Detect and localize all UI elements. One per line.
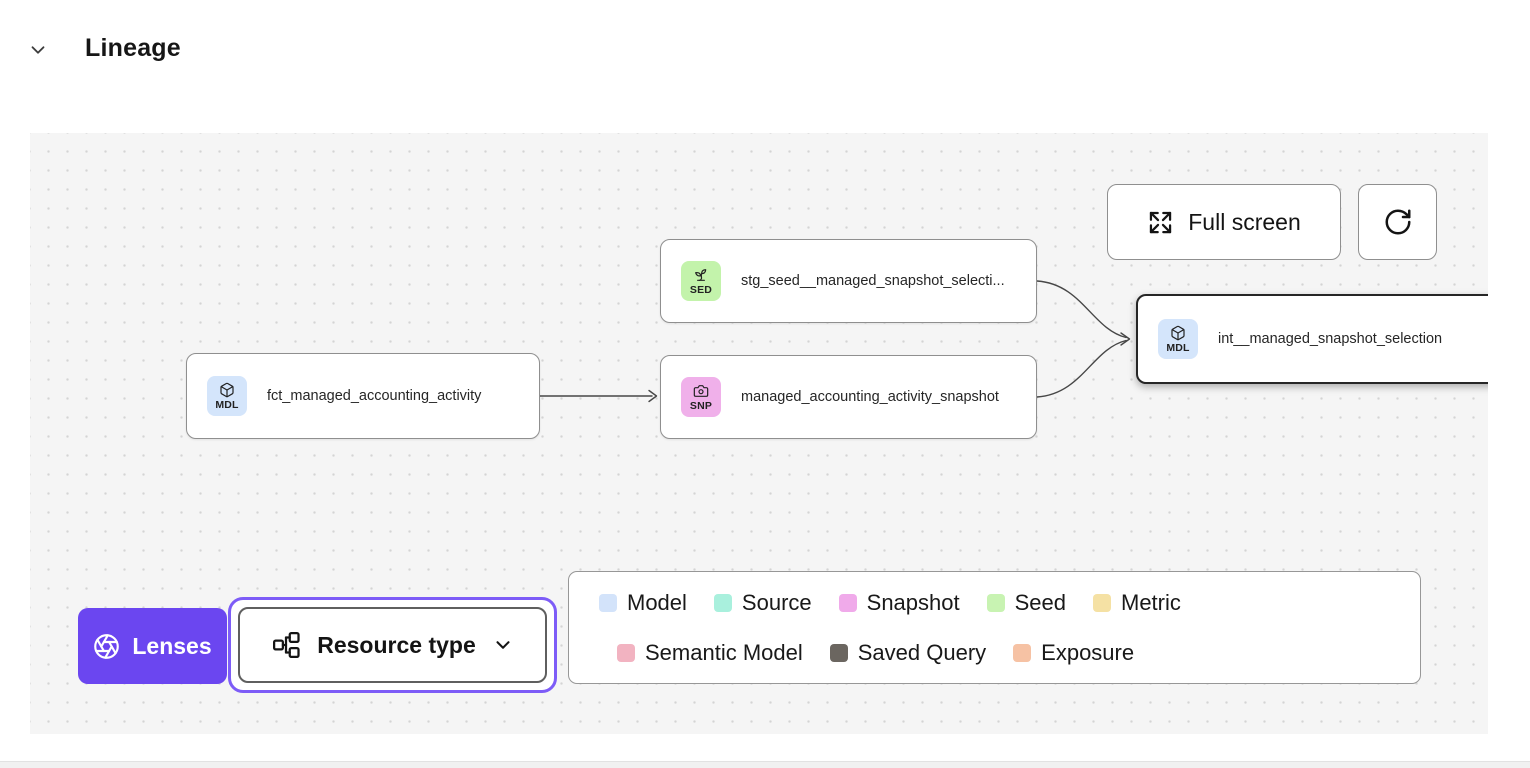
legend-label: Seed [1015,590,1066,616]
legend-item-seed: Seed [987,590,1066,616]
lenses-label: Lenses [132,633,211,660]
legend-label: Saved Query [858,640,986,666]
node-managed-accounting-activity-snapshot[interactable]: SNP managed_accounting_activity_snapshot [660,355,1037,439]
resource-type-focus-ring: Resource type [228,597,557,693]
node-label: stg_seed__managed_snapshot_selecti... [741,273,1005,289]
legend-item-exposure: Exposure [1013,640,1134,666]
legend-swatch-metric [1093,594,1111,612]
camera-icon [693,383,709,399]
cube-icon [219,382,235,398]
legend-item-saved-query: Saved Query [830,640,986,666]
model-badge: MDL [207,376,247,416]
legend: Model Source Snapshot Seed Metric [568,571,1421,684]
resource-type-label: Resource type [317,632,476,659]
seed-badge: SED [681,261,721,301]
legend-swatch-model [599,594,617,612]
badge-label: MDL [215,399,238,411]
lineage-canvas[interactable]: SED stg_seed__managed_snapshot_selecti..… [30,133,1488,734]
next-section-edge [0,762,1530,768]
legend-swatch-saved-query [830,644,848,662]
legend-item-source: Source [714,590,812,616]
node-label: managed_accounting_activity_snapshot [741,389,999,405]
legend-swatch-source [714,594,732,612]
resource-type-dropdown[interactable]: Resource type [238,607,547,683]
legend-swatch-seed [987,594,1005,612]
legend-row-1: Model Source Snapshot Seed Metric [599,590,1420,616]
legend-item-semantic-model: Semantic Model [617,640,803,666]
lenses-button[interactable]: Lenses [78,608,227,684]
model-badge: MDL [1158,319,1198,359]
refresh-button[interactable] [1358,184,1437,260]
hierarchy-icon [271,630,301,660]
legend-item-snapshot: Snapshot [839,590,960,616]
legend-swatch-snapshot [839,594,857,612]
legend-item-model: Model [599,590,687,616]
node-fct-managed-accounting-activity[interactable]: MDL fct_managed_accounting_activity [186,353,540,439]
page-title: Lineage [85,34,181,63]
badge-label: SED [690,284,712,296]
legend-swatch-semantic-model [617,644,635,662]
snapshot-badge: SNP [681,377,721,417]
collapse-chevron-icon[interactable] [26,38,50,62]
legend-label: Model [627,590,687,616]
node-stg-seed-managed-snapshot-selection[interactable]: SED stg_seed__managed_snapshot_selecti..… [660,239,1037,323]
node-int-managed-snapshot-selection[interactable]: MDL int__managed_snapshot_selection [1136,294,1488,384]
node-label: int__managed_snapshot_selection [1218,331,1442,347]
legend-label: Snapshot [867,590,960,616]
sprout-icon [693,267,709,283]
legend-item-metric: Metric [1093,590,1181,616]
legend-swatch-exposure [1013,644,1031,662]
node-label: fct_managed_accounting_activity [267,388,481,404]
legend-label: Exposure [1041,640,1134,666]
aperture-icon [93,633,120,660]
lineage-panel: Lineage SED stg_seed__managed_snapshot_s… [0,0,1530,768]
badge-label: MDL [1166,342,1189,354]
badge-label: SNP [690,400,712,412]
legend-row-2: Semantic Model Saved Query Exposure [617,640,1420,666]
cube-icon [1170,325,1186,341]
expand-icon [1147,209,1174,236]
legend-label: Metric [1121,590,1181,616]
chevron-down-icon [492,634,514,656]
refresh-icon [1383,207,1413,237]
legend-label: Source [742,590,812,616]
full-screen-button[interactable]: Full screen [1107,184,1341,260]
full-screen-label: Full screen [1188,209,1300,236]
legend-label: Semantic Model [645,640,803,666]
